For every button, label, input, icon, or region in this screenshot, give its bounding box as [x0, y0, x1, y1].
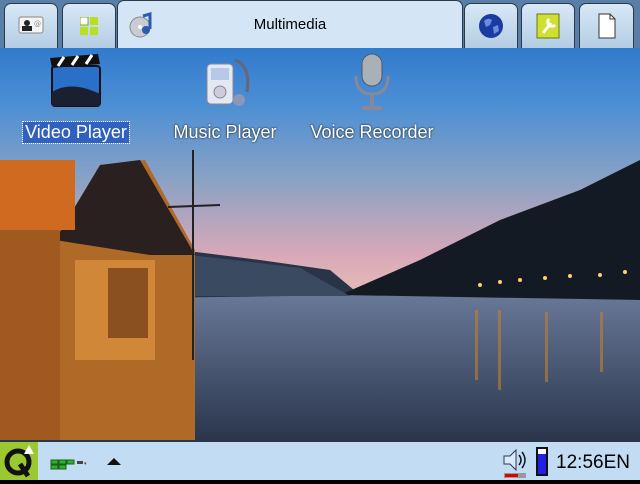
desktop-item-label: Music Player — [173, 122, 277, 142]
svg-text:@: @ — [34, 20, 41, 28]
clock: 12:56EN — [556, 452, 630, 474]
desktop-item-label: Video Player — [22, 121, 130, 144]
tab-settings[interactable] — [521, 3, 575, 48]
input-language[interactable]: EN — [604, 452, 630, 473]
svg-text:▾: ▾ — [84, 461, 87, 467]
speaker-icon — [503, 448, 526, 478]
music-player-icon — [195, 52, 255, 116]
tab-contacts[interactable]: @ — [4, 3, 58, 48]
top-tab-bar: @ Multimedia — [0, 0, 640, 48]
tab-documents[interactable] — [579, 3, 634, 48]
signal-strength-icon: ▾ — [50, 456, 92, 475]
applications-grid-icon — [76, 13, 102, 39]
desktop-item-music-player[interactable]: Music Player — [164, 52, 286, 143]
start-menu-button[interactable] — [0, 442, 38, 480]
expand-arrow-icon[interactable] — [107, 458, 121, 465]
desktop-item-voice-recorder[interactable]: Voice Recorder — [300, 52, 444, 143]
tab-title: Multimedia — [253, 16, 327, 33]
desktop-item-label: Voice Recorder — [310, 122, 434, 142]
internet-globe-icon — [478, 13, 504, 39]
clock-time: 12:56 — [556, 452, 604, 473]
taskbar: ▾ 12:56EN — [0, 442, 640, 480]
microphone-icon — [342, 52, 402, 116]
desktop-item-video-player[interactable]: Video Player — [18, 52, 134, 144]
battery-icon — [536, 447, 548, 476]
settings-wrench-icon — [535, 13, 561, 39]
tab-multimedia[interactable]: Multimedia — [117, 0, 463, 48]
volume-button[interactable] — [502, 448, 530, 484]
video-clapper-icon — [46, 52, 106, 116]
tab-internet[interactable] — [464, 3, 518, 48]
qtopia-logo-icon — [4, 445, 34, 478]
tab-applications[interactable] — [62, 3, 116, 48]
contacts-icon: @ — [18, 13, 44, 39]
documents-icon — [594, 13, 620, 39]
